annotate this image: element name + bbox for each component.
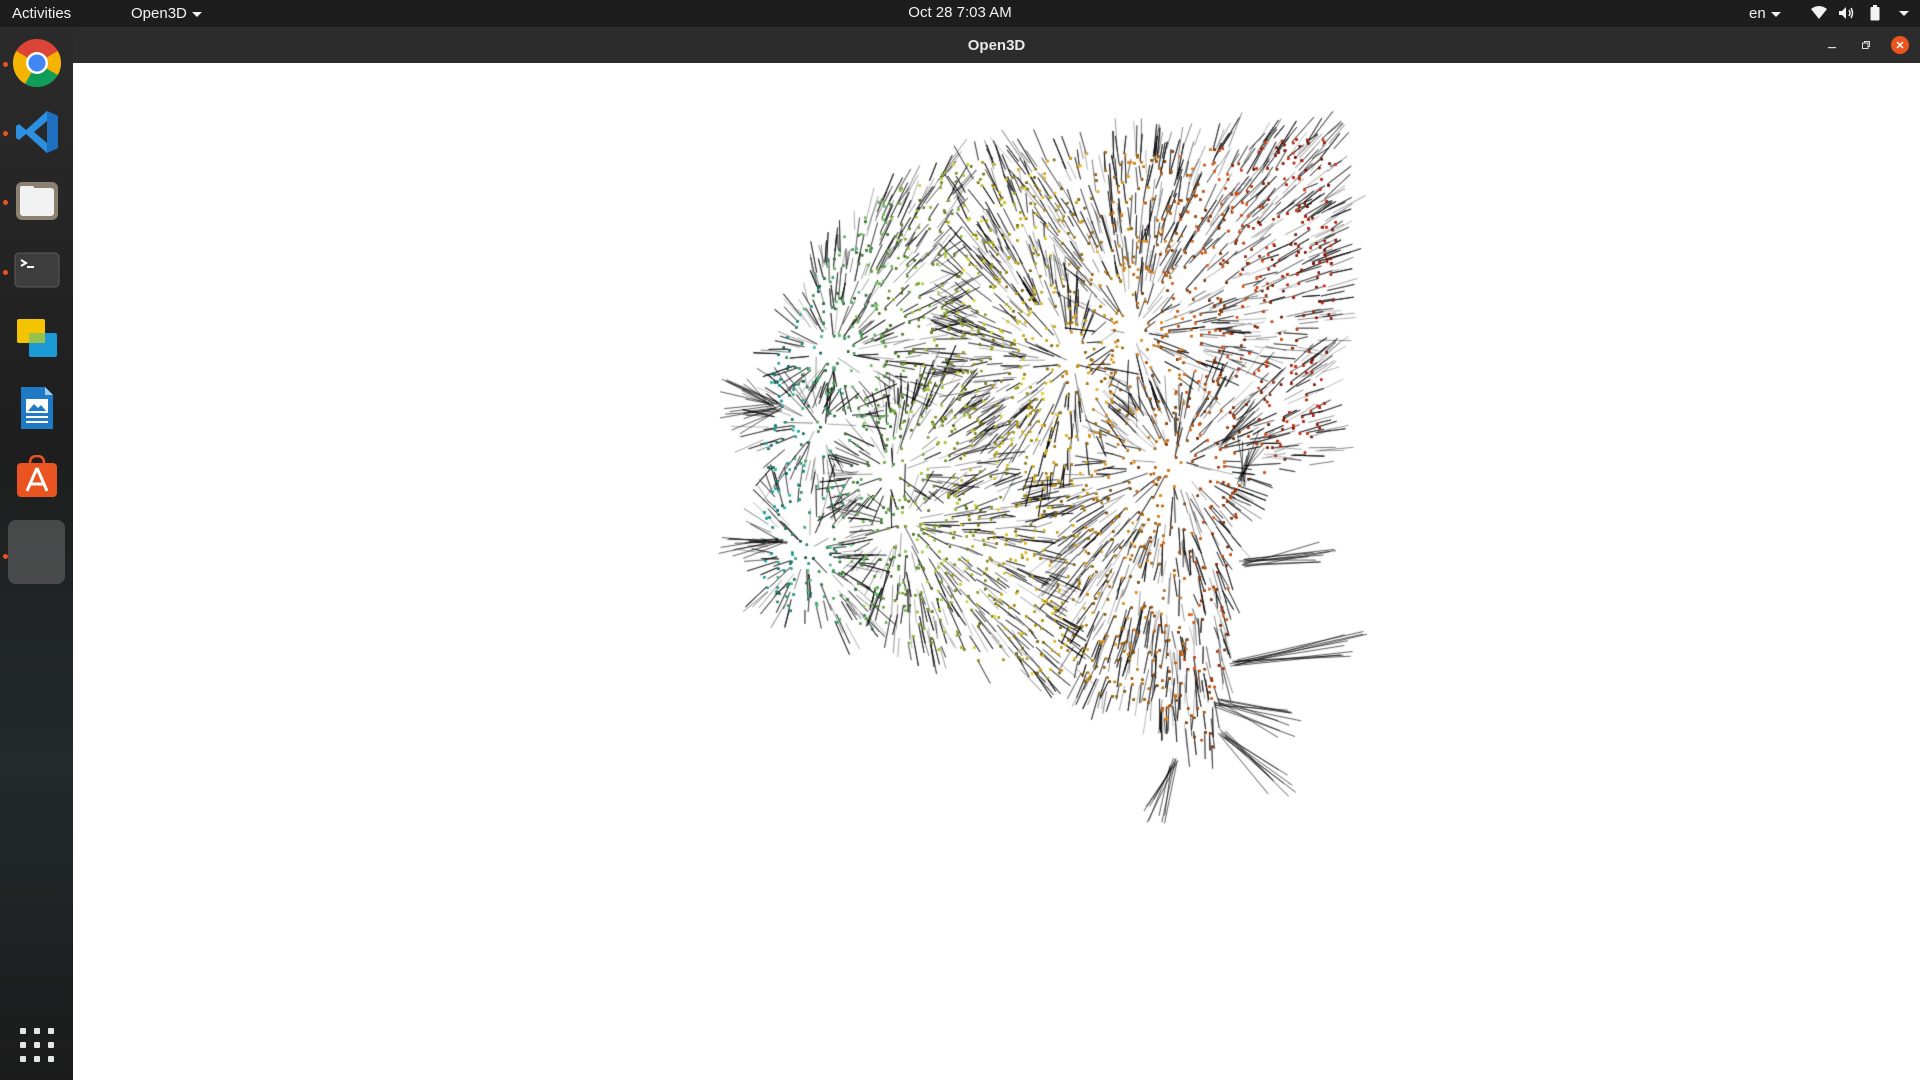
wifi-icon <box>1810 5 1828 21</box>
grid-icon <box>34 1042 40 1048</box>
clock-container: Oct 28 7:03 AM <box>0 4 1920 21</box>
system-menu-chevron-icon <box>1899 10 1909 16</box>
window-titlebar[interactable]: Open3D <box>73 27 1920 63</box>
grid-icon <box>34 1028 40 1034</box>
system-tray[interactable] <box>1810 5 1909 21</box>
open3d-window: Open3D <box>73 27 1920 1080</box>
grid-icon <box>48 1056 54 1062</box>
app-menu-label: Open3D <box>131 5 187 22</box>
activities-button[interactable]: Activities <box>12 5 71 22</box>
minimize-button[interactable] <box>1823 36 1841 54</box>
app-menu[interactable]: Open3D <box>131 5 202 22</box>
dock-item-open3d[interactable] <box>8 520 65 584</box>
dock-item-chrome[interactable] <box>8 34 65 91</box>
grid-icon <box>20 1028 26 1034</box>
maximize-button[interactable] <box>1857 36 1875 54</box>
grid-icon <box>34 1056 40 1062</box>
window-title: Open3D <box>967 37 1026 54</box>
close-button[interactable] <box>1891 36 1909 54</box>
language-label: en <box>1749 5 1766 22</box>
show-applications-button[interactable] <box>20 1028 54 1062</box>
presentation-icon <box>16 318 57 357</box>
volume-icon <box>1838 5 1856 21</box>
chevron-down-icon <box>1770 11 1781 17</box>
dock-item-slides[interactable] <box>8 310 65 367</box>
files-icon <box>15 181 58 220</box>
dock-item-writer[interactable] <box>8 379 65 436</box>
chevron-down-icon <box>191 11 202 17</box>
chrome-icon <box>12 38 61 87</box>
software-center-icon <box>16 454 57 497</box>
language-selector[interactable]: en <box>1749 5 1781 22</box>
3d-viewport[interactable] <box>73 63 1920 1080</box>
battery-icon <box>1866 5 1884 21</box>
dock-item-files[interactable] <box>8 172 65 229</box>
grid-icon <box>20 1056 26 1062</box>
grid-icon <box>48 1028 54 1034</box>
maximize-icon <box>1862 41 1870 49</box>
terminal-icon <box>14 252 59 287</box>
dock-item-software-center[interactable] <box>8 448 65 505</box>
top-bar: Activities Open3D Oct 28 7:03 AM en <box>0 0 1920 27</box>
point-cloud-render[interactable] <box>73 63 1920 1080</box>
document-icon <box>20 386 53 429</box>
grid-icon <box>48 1042 54 1048</box>
minimize-icon <box>1828 47 1836 49</box>
dock <box>0 27 73 1080</box>
dock-item-terminal[interactable] <box>8 241 65 298</box>
grid-icon <box>20 1042 26 1048</box>
close-icon <box>1896 41 1904 49</box>
vscode-icon <box>15 110 58 153</box>
dock-item-vscode[interactable] <box>8 103 65 160</box>
clock[interactable]: Oct 28 7:03 AM <box>908 4 1011 21</box>
